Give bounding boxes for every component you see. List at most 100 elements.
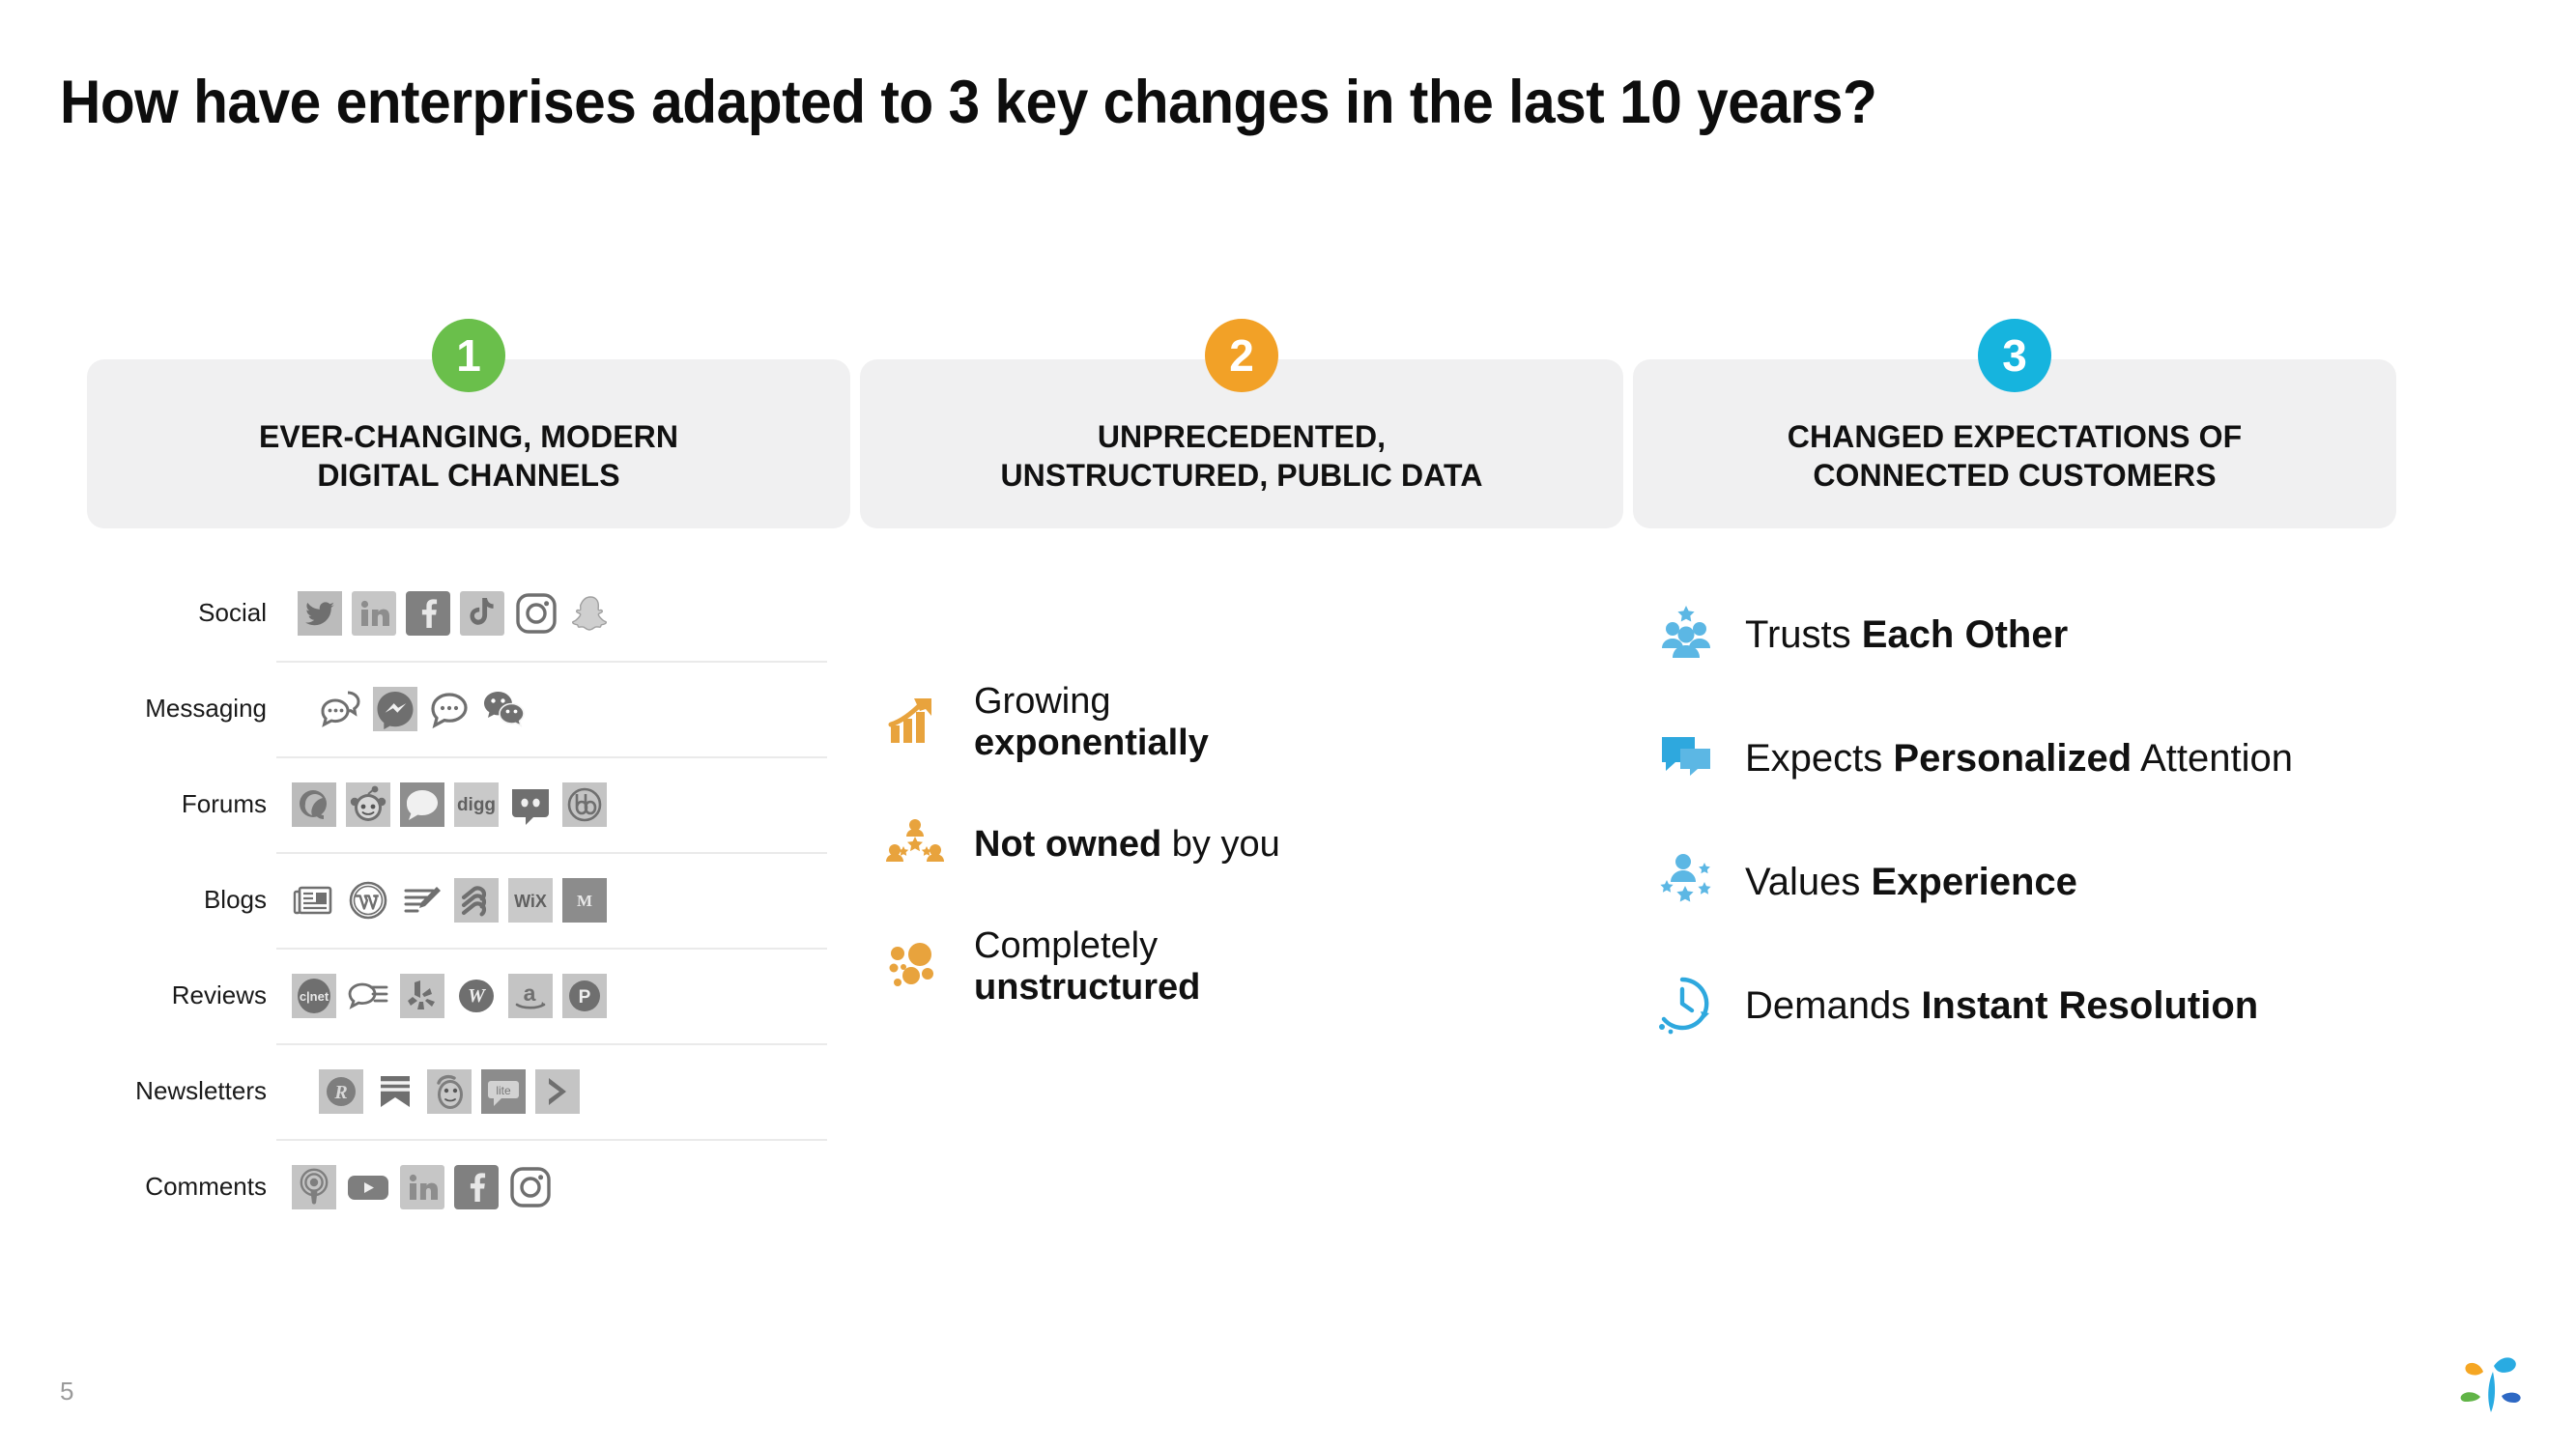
bullet-trusts-plain: Trusts (1745, 613, 1862, 657)
svg-text:W: W (468, 985, 486, 1007)
channel-label-reviews: Reviews (171, 980, 267, 1009)
speech-bubble-icon (400, 781, 444, 827)
productreview-icon: P (562, 973, 607, 1018)
bullet-values: Values Experience (1654, 851, 2418, 915)
community-star-icon (885, 815, 945, 875)
wordpress-icon (346, 878, 390, 923)
discord-icon (508, 782, 553, 827)
bbpress-icon (562, 781, 607, 827)
channel-row-messaging: Messaging (87, 661, 850, 756)
channel-row-forums: Forums digg (87, 756, 850, 852)
bullet-values-bold: Experience (1871, 861, 2077, 904)
lite-icon: lite (481, 1068, 526, 1114)
card-title-2: UNPRECEDENTED, UNSTRUCTURED, PUBLIC DATA (975, 393, 1507, 494)
bullet-trusts: Trusts Each Other (1654, 604, 2418, 668)
bullet-list-expectations: Trusts Each Other Expects Personalized A… (1654, 604, 2418, 1098)
bullet-growing-bold: exponentially (974, 723, 1209, 764)
bullet-not-owned-plain: by you (1161, 823, 1280, 865)
channel-label-newsletters: Newsletters (135, 1076, 267, 1105)
bullet-unstructured-text: Completely unstructured (974, 925, 1200, 1009)
facebook-icon (406, 590, 450, 636)
bullet-not-owned: Not owned by you (885, 815, 1619, 875)
channel-row-social: Social (87, 565, 850, 661)
person-stars-icon (1654, 851, 1718, 915)
chat-square-icon (1654, 727, 1718, 791)
bullet-growing-plain: Growing (974, 681, 1111, 722)
bullet-demands: Demands Instant Resolution (1654, 975, 2418, 1038)
bullet-growing-text: Growing exponentially (974, 681, 1209, 765)
channel-label-comments: Comments (145, 1172, 267, 1201)
youtube-icon (346, 1165, 390, 1209)
badge-3: 3 (1978, 319, 2051, 392)
sprinklr-logo (2441, 1343, 2530, 1418)
channel-label-messaging: Messaging (145, 694, 267, 723)
page-title: How have enterprises adapted to 3 key ch… (60, 69, 1877, 136)
page-number: 5 (60, 1377, 74, 1406)
instagram-icon (514, 591, 558, 636)
channel-icons-comments (280, 1164, 553, 1209)
facebook-messenger-icon (373, 686, 417, 731)
bullet-expects-plain1: Expects (1745, 737, 1894, 781)
channel-label-social: Social (198, 598, 267, 627)
channel-label-forums: Forums (181, 789, 267, 818)
twitter-icon (298, 590, 342, 636)
linkedin-icon (400, 1164, 444, 1209)
bullet-not-owned-text: Not owned by you (974, 824, 1280, 866)
bullet-growing: Growing exponentially (885, 681, 1619, 765)
digg-icon: digg (454, 781, 499, 827)
channel-label-blogs: Blogs (203, 885, 267, 914)
channel-icons-forums: digg (280, 781, 607, 827)
chevron-right-icon (535, 1068, 580, 1114)
growth-chart-icon (885, 693, 945, 753)
cnet-icon: c|net (292, 973, 336, 1018)
bullet-values-plain: Values (1745, 861, 1872, 904)
bullet-expects-bold: Personalized (1893, 737, 2132, 781)
facebook-icon (454, 1164, 499, 1209)
card-title-3: CHANGED EXPECTATIONS OF CONNECTED CUSTOM… (1762, 393, 2267, 494)
svg-text:lite: lite (496, 1084, 511, 1097)
channel-row-reviews: Reviews c|net W a P (87, 948, 850, 1043)
channel-row-newsletters: Newsletters R lite (87, 1043, 850, 1139)
badge-2: 2 (1205, 319, 1278, 392)
group-star-icon (1654, 604, 1718, 668)
bullet-demands-bold: Instant Resolution (1921, 984, 2259, 1028)
bullet-list-data: Growing exponentially Not owned by you C… (885, 681, 1619, 1059)
bullet-unstructured-bold: unstructured (974, 966, 1201, 1008)
svg-text:R: R (333, 1082, 347, 1103)
channel-icons-messaging (280, 686, 526, 731)
bookmark-icon (373, 1069, 417, 1114)
wechat-icon (481, 687, 526, 731)
card-title-1: EVER-CHANGING, MODERN DIGITAL CHANNELS (234, 393, 703, 494)
review-bubble-icon (346, 974, 390, 1018)
tiktok-icon (460, 590, 504, 636)
podcast-icon (292, 1164, 336, 1209)
channel-icons-blogs: WiX M (280, 877, 607, 923)
revue-icon: R (319, 1068, 363, 1114)
card-title-1-line2: DIGITAL CHANNELS (317, 457, 620, 493)
channel-list: Social Messaging Forums digg Blogs WiX M… (87, 565, 850, 1235)
bullet-expects: Expects Personalized Attention (1654, 727, 2418, 791)
quora-icon (292, 781, 336, 827)
svg-text:a: a (524, 980, 536, 1006)
channel-icons-social (280, 590, 613, 636)
mailchimp-icon (427, 1068, 472, 1114)
svg-text:WiX: WiX (514, 892, 547, 911)
bullet-not-owned-bold: Not owned (974, 823, 1162, 865)
scattered-dots-icon (885, 937, 945, 997)
badge-1: 1 (432, 319, 505, 392)
wix-icon: WiX (508, 877, 553, 923)
sms-bubble-icon (427, 687, 472, 731)
reddit-icon (346, 781, 390, 827)
bullet-unstructured: Completely unstructured (885, 925, 1619, 1009)
channel-row-blogs: Blogs WiX M (87, 852, 850, 948)
card-title-1-line1: EVER-CHANGING, MODERN (258, 419, 679, 455)
bullet-demands-plain: Demands (1745, 984, 1922, 1028)
channel-icons-reviews: c|net W a P (280, 973, 607, 1018)
svg-text:M: M (577, 892, 592, 910)
bullet-values-text: Values Experience (1745, 861, 2077, 905)
clock-arrow-icon (1654, 975, 1718, 1038)
svg-text:digg: digg (457, 795, 496, 815)
wordofmouth-icon: W (454, 974, 499, 1018)
columns-container: 1 EVER-CHANGING, MODERN DIGITAL CHANNELS… (0, 319, 2576, 1343)
card-title-3-line1: CHANGED EXPECTATIONS OF (1787, 419, 2243, 455)
